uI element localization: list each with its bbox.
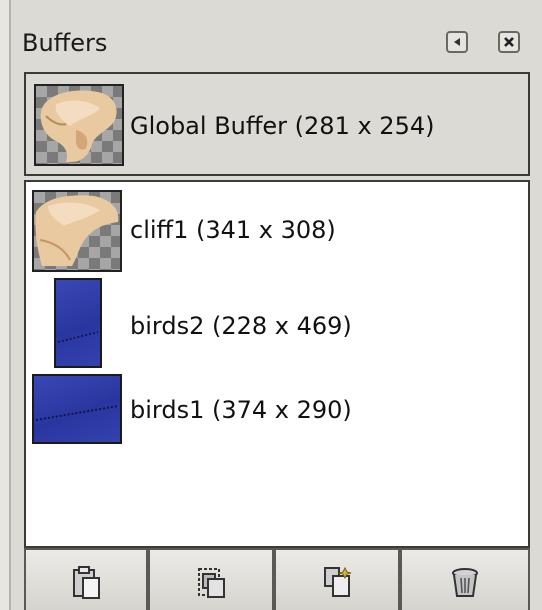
buffer-toolbar xyxy=(24,548,530,610)
cliff-photo-thumbnail xyxy=(34,84,124,166)
paste-as-new-button[interactable] xyxy=(274,548,400,610)
paste-into-button[interactable] xyxy=(148,548,274,610)
list-item-label: cliff1 (341 x 308) xyxy=(130,216,336,244)
dock-menu-arrow-icon[interactable] xyxy=(446,31,468,53)
clipboard-paste-icon xyxy=(73,566,100,599)
list-item[interactable]: birds1 (374 x 290) xyxy=(26,370,528,456)
panel-title: Buffers xyxy=(22,29,108,57)
trash-icon xyxy=(452,568,478,597)
paste-as-new-image-icon xyxy=(324,566,352,597)
birds-blue-thumbnail xyxy=(54,278,102,368)
close-icon[interactable] xyxy=(498,31,520,53)
list-item[interactable]: birds2 (228 x 469) xyxy=(26,274,528,368)
cliff-photo-thumbnail xyxy=(32,190,122,272)
list-item-label: birds2 (228 x 469) xyxy=(130,312,352,340)
list-item-label: birds1 (374 x 290) xyxy=(130,396,352,424)
global-buffer-item[interactable]: Global Buffer (281 x 254) xyxy=(24,72,530,176)
buffer-list[interactable]: cliff1 (341 x 308) birds2 (228 x 469) bi… xyxy=(24,180,530,548)
paste-buffer-button[interactable] xyxy=(24,548,148,610)
paste-into-selection-icon xyxy=(198,568,225,598)
global-buffer-label: Global Buffer (281 x 254) xyxy=(130,112,435,140)
list-item[interactable]: cliff1 (341 x 308) xyxy=(26,184,528,272)
panel-header: Buffers xyxy=(22,25,528,65)
dock-left-edge xyxy=(0,0,11,610)
delete-buffer-button[interactable] xyxy=(400,548,530,610)
birds-blue-thumbnail xyxy=(32,374,122,444)
